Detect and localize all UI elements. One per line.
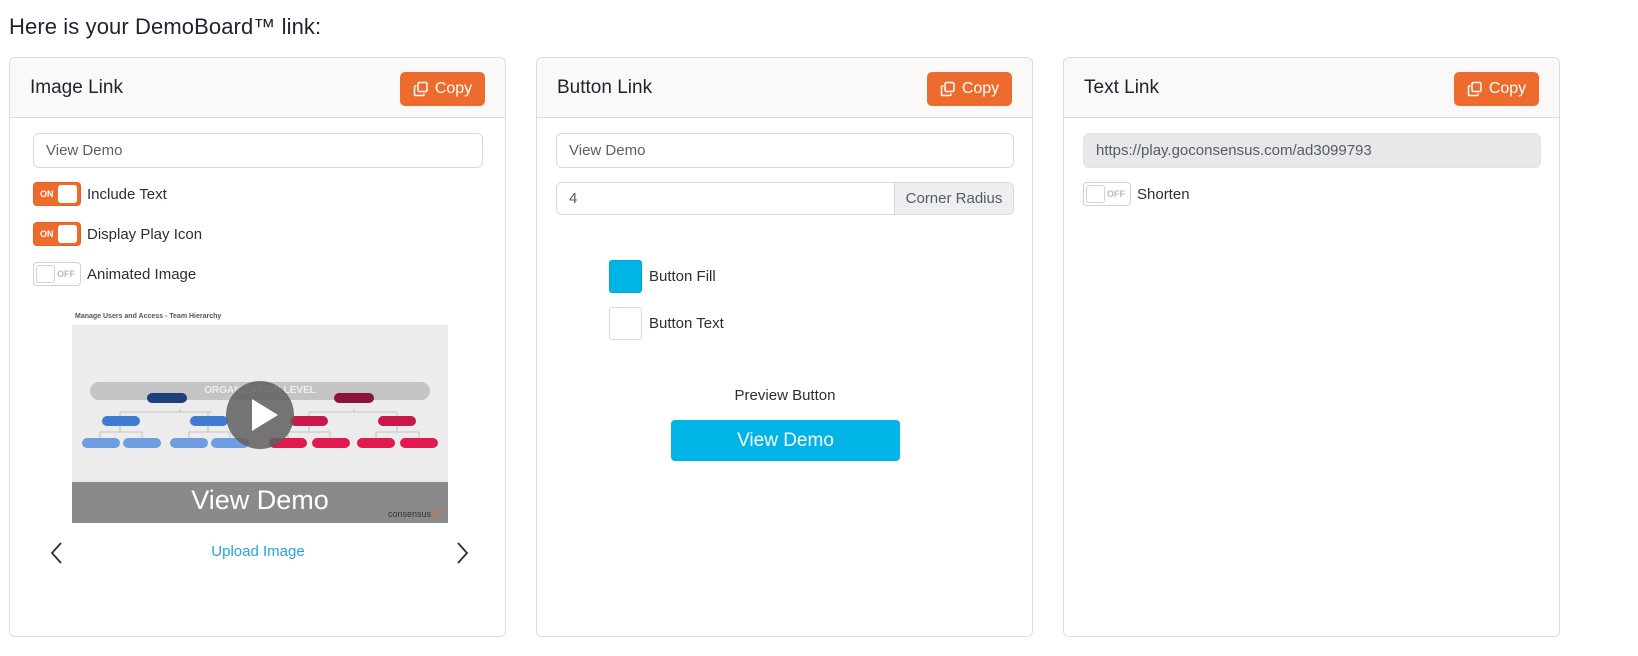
- text-link-copy-button[interactable]: Copy: [1454, 72, 1539, 106]
- image-link-title: Image Link: [30, 77, 123, 98]
- image-link-header: Image Link Copy: [10, 58, 505, 118]
- toggle-state: OFF: [1107, 189, 1125, 199]
- text-link-header: Text Link Copy: [1064, 58, 1559, 118]
- org-node: [312, 438, 350, 448]
- org-node: [290, 416, 328, 426]
- org-node: [357, 438, 395, 448]
- toggle-state: ON: [40, 189, 54, 199]
- thumbnail-text-bar: View Demo consensus C: [72, 482, 448, 523]
- org-node: [400, 438, 438, 448]
- animated-image-label: Animated Image: [87, 266, 197, 283]
- copy-label: Copy: [961, 80, 1000, 97]
- toggle-knob: [1086, 185, 1105, 203]
- button-link-copy-button[interactable]: Copy: [927, 72, 1012, 106]
- toggle-state: ON: [40, 229, 54, 239]
- upload-image-link[interactable]: Upload Image: [10, 543, 505, 560]
- page-heading: Here is your DemoBoard™ link:: [9, 14, 322, 39]
- text-link-card: Text Link Copy https://play.goconsensus.…: [1063, 57, 1560, 637]
- animated-image-toggle[interactable]: OFF: [33, 262, 81, 286]
- display-play-icon-label: Display Play Icon: [87, 226, 203, 243]
- button-text-swatch[interactable]: [609, 307, 642, 340]
- org-node: [82, 438, 120, 448]
- button-text-label: Button Text: [649, 315, 724, 332]
- toggle-knob: [58, 185, 77, 203]
- org-node: [147, 393, 187, 403]
- include-text-toggle[interactable]: ON: [33, 182, 81, 206]
- play-icon: [226, 381, 294, 449]
- copy-icon: [940, 81, 955, 97]
- consensus-logo: consensus C: [387, 509, 440, 519]
- thumbnail-org-chart: ORGANIZATION LEVEL: [72, 325, 448, 482]
- org-node: [334, 393, 374, 403]
- text-link-url-field[interactable]: https://play.goconsensus.com/ad3099793: [1083, 133, 1541, 168]
- org-node: [102, 416, 140, 426]
- corner-radius-input-group[interactable]: 4 Corner Radius: [556, 182, 1014, 215]
- shorten-toggle[interactable]: OFF: [1083, 182, 1131, 206]
- corner-radius-addon: Corner Radius: [894, 183, 1013, 214]
- preview-view-demo-button[interactable]: View Demo: [671, 420, 900, 461]
- copy-icon: [413, 81, 428, 97]
- copy-label: Copy: [1488, 80, 1527, 97]
- toggle-state: OFF: [57, 269, 75, 279]
- image-link-text-input[interactable]: View Demo: [33, 133, 483, 168]
- button-fill-label: Button Fill: [649, 268, 716, 285]
- image-link-copy-button[interactable]: Copy: [400, 72, 485, 106]
- shorten-label: Shorten: [1137, 186, 1190, 203]
- button-fill-swatch[interactable]: [609, 260, 642, 293]
- thumbnail-caption: Manage Users and Access - Team Hierarchy: [75, 313, 222, 320]
- org-node: [123, 438, 161, 448]
- toggle-knob: [58, 225, 77, 243]
- demo-thumbnail: Manage Users and Access - Team Hierarchy…: [72, 313, 448, 523]
- button-link-header: Button Link Copy: [537, 58, 1032, 118]
- text-link-title: Text Link: [1084, 77, 1159, 98]
- preview-button-label: Preview Button: [734, 387, 836, 404]
- toggle-knob: [36, 265, 55, 283]
- button-link-text-input[interactable]: View Demo: [556, 133, 1014, 168]
- copy-label: Copy: [434, 80, 473, 97]
- display-play-icon-toggle[interactable]: ON: [33, 222, 81, 246]
- chevron-right-icon[interactable]: [452, 541, 472, 565]
- org-node: [378, 416, 416, 426]
- button-link-title: Button Link: [557, 77, 653, 98]
- copy-icon: [1467, 81, 1482, 97]
- include-text-label: Include Text: [87, 186, 167, 203]
- org-node: [170, 438, 208, 448]
- corner-radius-input[interactable]: 4: [569, 190, 577, 207]
- org-node: [190, 416, 228, 426]
- button-link-card: Button Link Copy View Demo 4 Corner Radi…: [536, 57, 1033, 637]
- image-link-card: Image Link Copy View Demo ON Include Tex…: [9, 57, 506, 637]
